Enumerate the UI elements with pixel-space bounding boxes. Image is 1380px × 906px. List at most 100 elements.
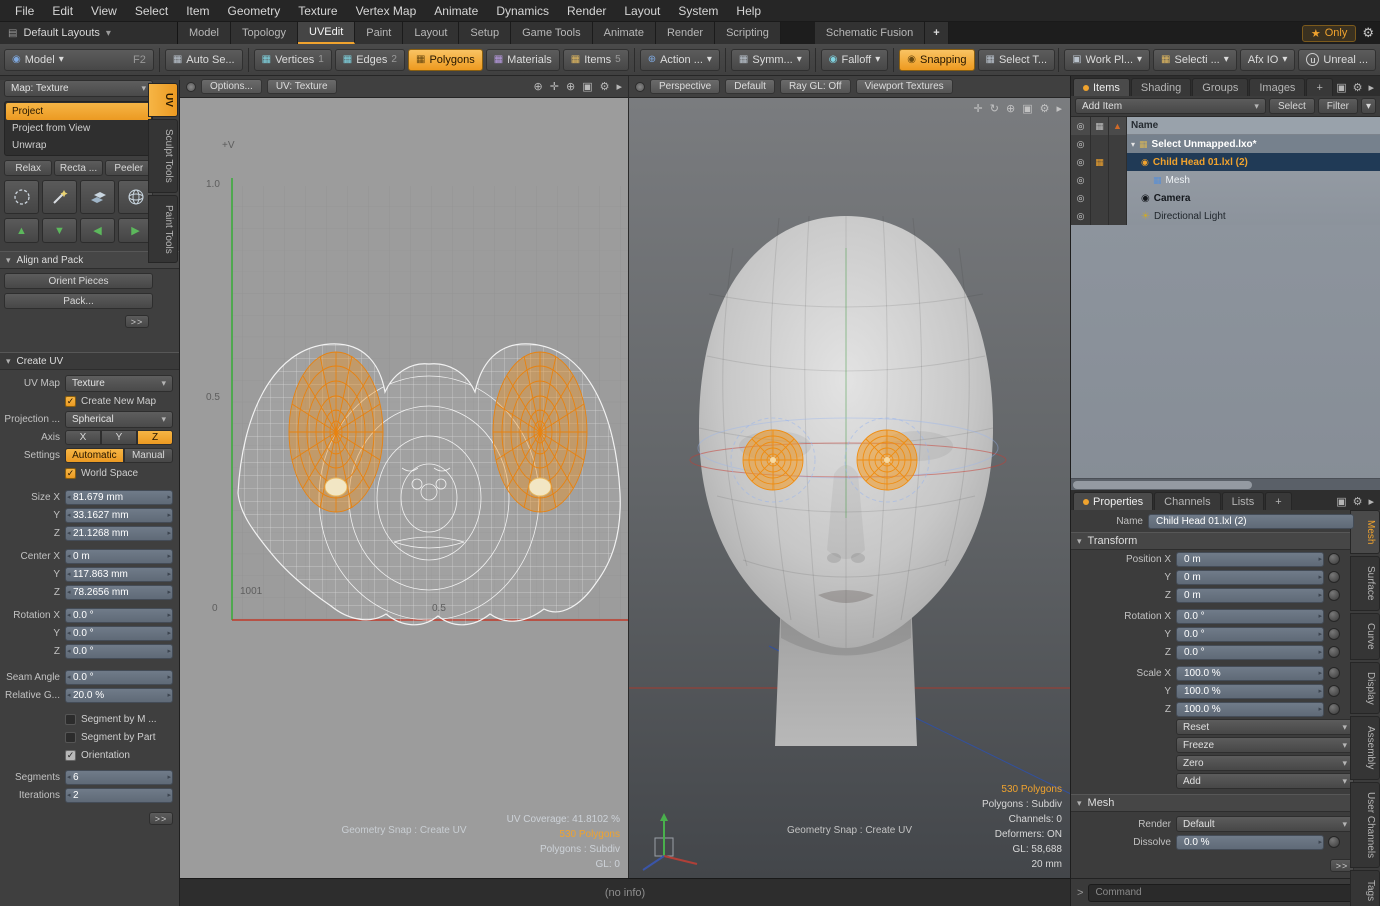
only-button[interactable]: ★ Only [1302, 25, 1357, 42]
menu-help[interactable]: Help [727, 4, 770, 18]
symmetry-button[interactable]: ▦ Symm... ▾ [731, 49, 810, 71]
name-column-header[interactable]: Name [1127, 117, 1380, 135]
rotation-z-field[interactable]: 0.0 ° ▸ [1176, 645, 1324, 660]
channel-state-button[interactable] [1328, 589, 1340, 601]
axis-y-button[interactable]: Y [101, 430, 137, 445]
mini-slider-left-icon[interactable]: ◂ [67, 552, 71, 560]
mini-slider-left-icon[interactable]: ◂ [67, 570, 71, 578]
side-tab-tags[interactable]: Tags [1350, 870, 1380, 906]
segment-by-part-checkbox[interactable] [65, 732, 76, 743]
more-options-button[interactable]: >> [125, 315, 149, 328]
size-x-field[interactable]: ◂ 81.679 mm ▸ [65, 490, 173, 505]
center-x-field[interactable]: ◂ 0 m ▸ [65, 549, 173, 564]
item-row-scene[interactable]: ◎ ▾ ▦ Select Unmapped.lxo* [1071, 135, 1380, 153]
create-new-map-checkbox[interactable]: ✓ [65, 396, 76, 407]
side-tab-uv[interactable]: UV [148, 83, 178, 117]
orbit-icon[interactable]: ↻ [990, 102, 999, 115]
peeler-button[interactable]: Peeler [105, 160, 153, 176]
channel-state-button[interactable] [1328, 571, 1340, 583]
perspective-dropdown[interactable]: Perspective [650, 79, 720, 94]
viewport-textures-button[interactable]: Viewport Textures [856, 79, 953, 94]
mini-slider-left-icon[interactable]: ◂ [67, 611, 71, 619]
item-name-field[interactable]: Child Head 01.lxl (2) [1148, 514, 1354, 529]
layout-switcher[interactable]: ▤ Default Layouts ▾ [0, 22, 178, 44]
mini-slider-right-icon[interactable]: ▸ [1318, 669, 1322, 677]
tab-channels[interactable]: Channels [1154, 492, 1220, 510]
iterations-field[interactable]: ◂ 2 ▸ [65, 788, 173, 803]
mini-slider-right-icon[interactable]: ▸ [167, 611, 171, 619]
uv-editor-viewport[interactable]: Options... UV: Texture ⊕ ✛ ⊕ ▣ ⚙ ▸ [180, 76, 628, 878]
unreal-button[interactable]: u Unreal ... [1298, 49, 1376, 71]
rotation-z-field[interactable]: ◂ 0.0 ° ▸ [65, 644, 173, 659]
tab-plus[interactable]: + [1265, 492, 1291, 510]
world-space-checkbox[interactable]: ✓ [65, 468, 76, 479]
visibility-eye-icon[interactable]: ◎ [1071, 189, 1091, 207]
tab-images[interactable]: Images [1249, 78, 1305, 96]
tab-add[interactable]: + [925, 22, 948, 44]
list-item-project[interactable]: Project [6, 103, 151, 120]
menu-item[interactable]: Item [177, 4, 218, 18]
more-icon[interactable]: ▸ [1368, 81, 1374, 94]
item-list-empty-area[interactable] [1071, 225, 1380, 490]
add-item-dropdown[interactable]: Add Item ▾ [1075, 98, 1266, 114]
tab-animate[interactable]: Animate [593, 22, 656, 44]
mini-slider-left-icon[interactable]: ◂ [67, 773, 71, 781]
mini-slider-right-icon[interactable]: ▸ [1318, 591, 1322, 599]
mini-slider-right-icon[interactable]: ▸ [167, 647, 171, 655]
mini-slider-right-icon[interactable]: ▸ [1318, 612, 1322, 620]
mini-slider-right-icon[interactable]: ▸ [1318, 573, 1322, 581]
scale-x-field[interactable]: 100.0 % ▸ [1176, 666, 1324, 681]
tab-layout[interactable]: Layout [403, 22, 459, 44]
seam-angle-field[interactable]: ◂ 0.0 ° ▸ [65, 670, 173, 685]
tab-schematic-fusion[interactable]: Schematic Fusion [815, 22, 925, 44]
scale-z-field[interactable]: 100.0 % ▸ [1176, 702, 1324, 717]
side-tab-curve[interactable]: Curve [1350, 613, 1380, 660]
gear-icon[interactable]: ⚙ [600, 80, 610, 93]
side-tab-surface[interactable]: Surface [1350, 556, 1380, 610]
mini-slider-right-icon[interactable]: ▸ [1318, 630, 1322, 638]
shading-dropdown[interactable]: Default [725, 79, 775, 94]
list-item-unwrap[interactable]: Unwrap [6, 137, 151, 154]
size-z-field[interactable]: ◂ 21.1268 mm ▸ [65, 526, 173, 541]
settings-manual-button[interactable]: Manual [124, 448, 173, 463]
raygl-button[interactable]: Ray GL: Off [780, 79, 851, 94]
menu-dynamics[interactable]: Dynamics [487, 4, 558, 18]
maximize-icon[interactable]: ▣ [582, 80, 592, 93]
channel-state-button[interactable] [1328, 703, 1340, 715]
tab-groups[interactable]: Groups [1192, 78, 1248, 96]
side-tab-assembly[interactable]: Assembly [1350, 716, 1380, 779]
pan-icon[interactable]: ✛ [550, 80, 559, 93]
mini-slider-left-icon[interactable]: ◂ [67, 529, 71, 537]
menu-view[interactable]: View [82, 4, 126, 18]
mini-slider-left-icon[interactable]: ◂ [67, 647, 71, 655]
mini-slider-right-icon[interactable]: ▸ [167, 691, 171, 699]
mini-slider-left-icon[interactable]: ◂ [67, 629, 71, 637]
scrollbar-handle[interactable] [1073, 481, 1252, 489]
side-tab-user-channels[interactable]: User Channels [1350, 782, 1380, 868]
mini-slider-right-icon[interactable]: ▸ [167, 529, 171, 537]
channel-state-button[interactable] [1328, 836, 1340, 848]
menu-system[interactable]: System [669, 4, 727, 18]
grid-column-icon[interactable]: ▦ [1091, 117, 1109, 135]
mini-slider-left-icon[interactable]: ◂ [67, 691, 71, 699]
position-y-field[interactable]: 0 m ▸ [1176, 570, 1324, 585]
mini-slider-right-icon[interactable]: ▸ [167, 552, 171, 560]
render-column-icon[interactable]: ▲ [1109, 117, 1127, 135]
zoom-in-icon[interactable]: ⊕ [534, 80, 543, 93]
expand-icon[interactable]: ▾ [1131, 140, 1135, 149]
item-row-camera[interactable]: ◎ ◉ Camera [1071, 189, 1380, 207]
size-y-field[interactable]: ◂ 33.1627 mm ▸ [65, 508, 173, 523]
position-z-field[interactable]: 0 m ▸ [1176, 588, 1324, 603]
rotation-y-field[interactable]: ◂ 0.0 ° ▸ [65, 626, 173, 641]
tab-topology[interactable]: Topology [231, 22, 298, 44]
tab-properties[interactable]: Properties [1073, 492, 1153, 510]
side-tab-paint-tools[interactable]: Paint Tools [148, 195, 178, 264]
item-row-child-head[interactable]: ◎ ▦ ◉ Child Head 01.lxl (2) [1071, 153, 1380, 171]
menu-animate[interactable]: Animate [425, 4, 487, 18]
add-transform-button[interactable]: Add ▾ [1176, 773, 1354, 789]
zoom-icon[interactable]: ⊕ [1006, 102, 1015, 115]
tab-uvedit[interactable]: UVEdit [298, 22, 355, 44]
mini-slider-left-icon[interactable]: ◂ [67, 493, 71, 501]
move-up-button[interactable]: ▲ [4, 218, 39, 243]
uv-fit-tool-button[interactable] [80, 180, 115, 214]
